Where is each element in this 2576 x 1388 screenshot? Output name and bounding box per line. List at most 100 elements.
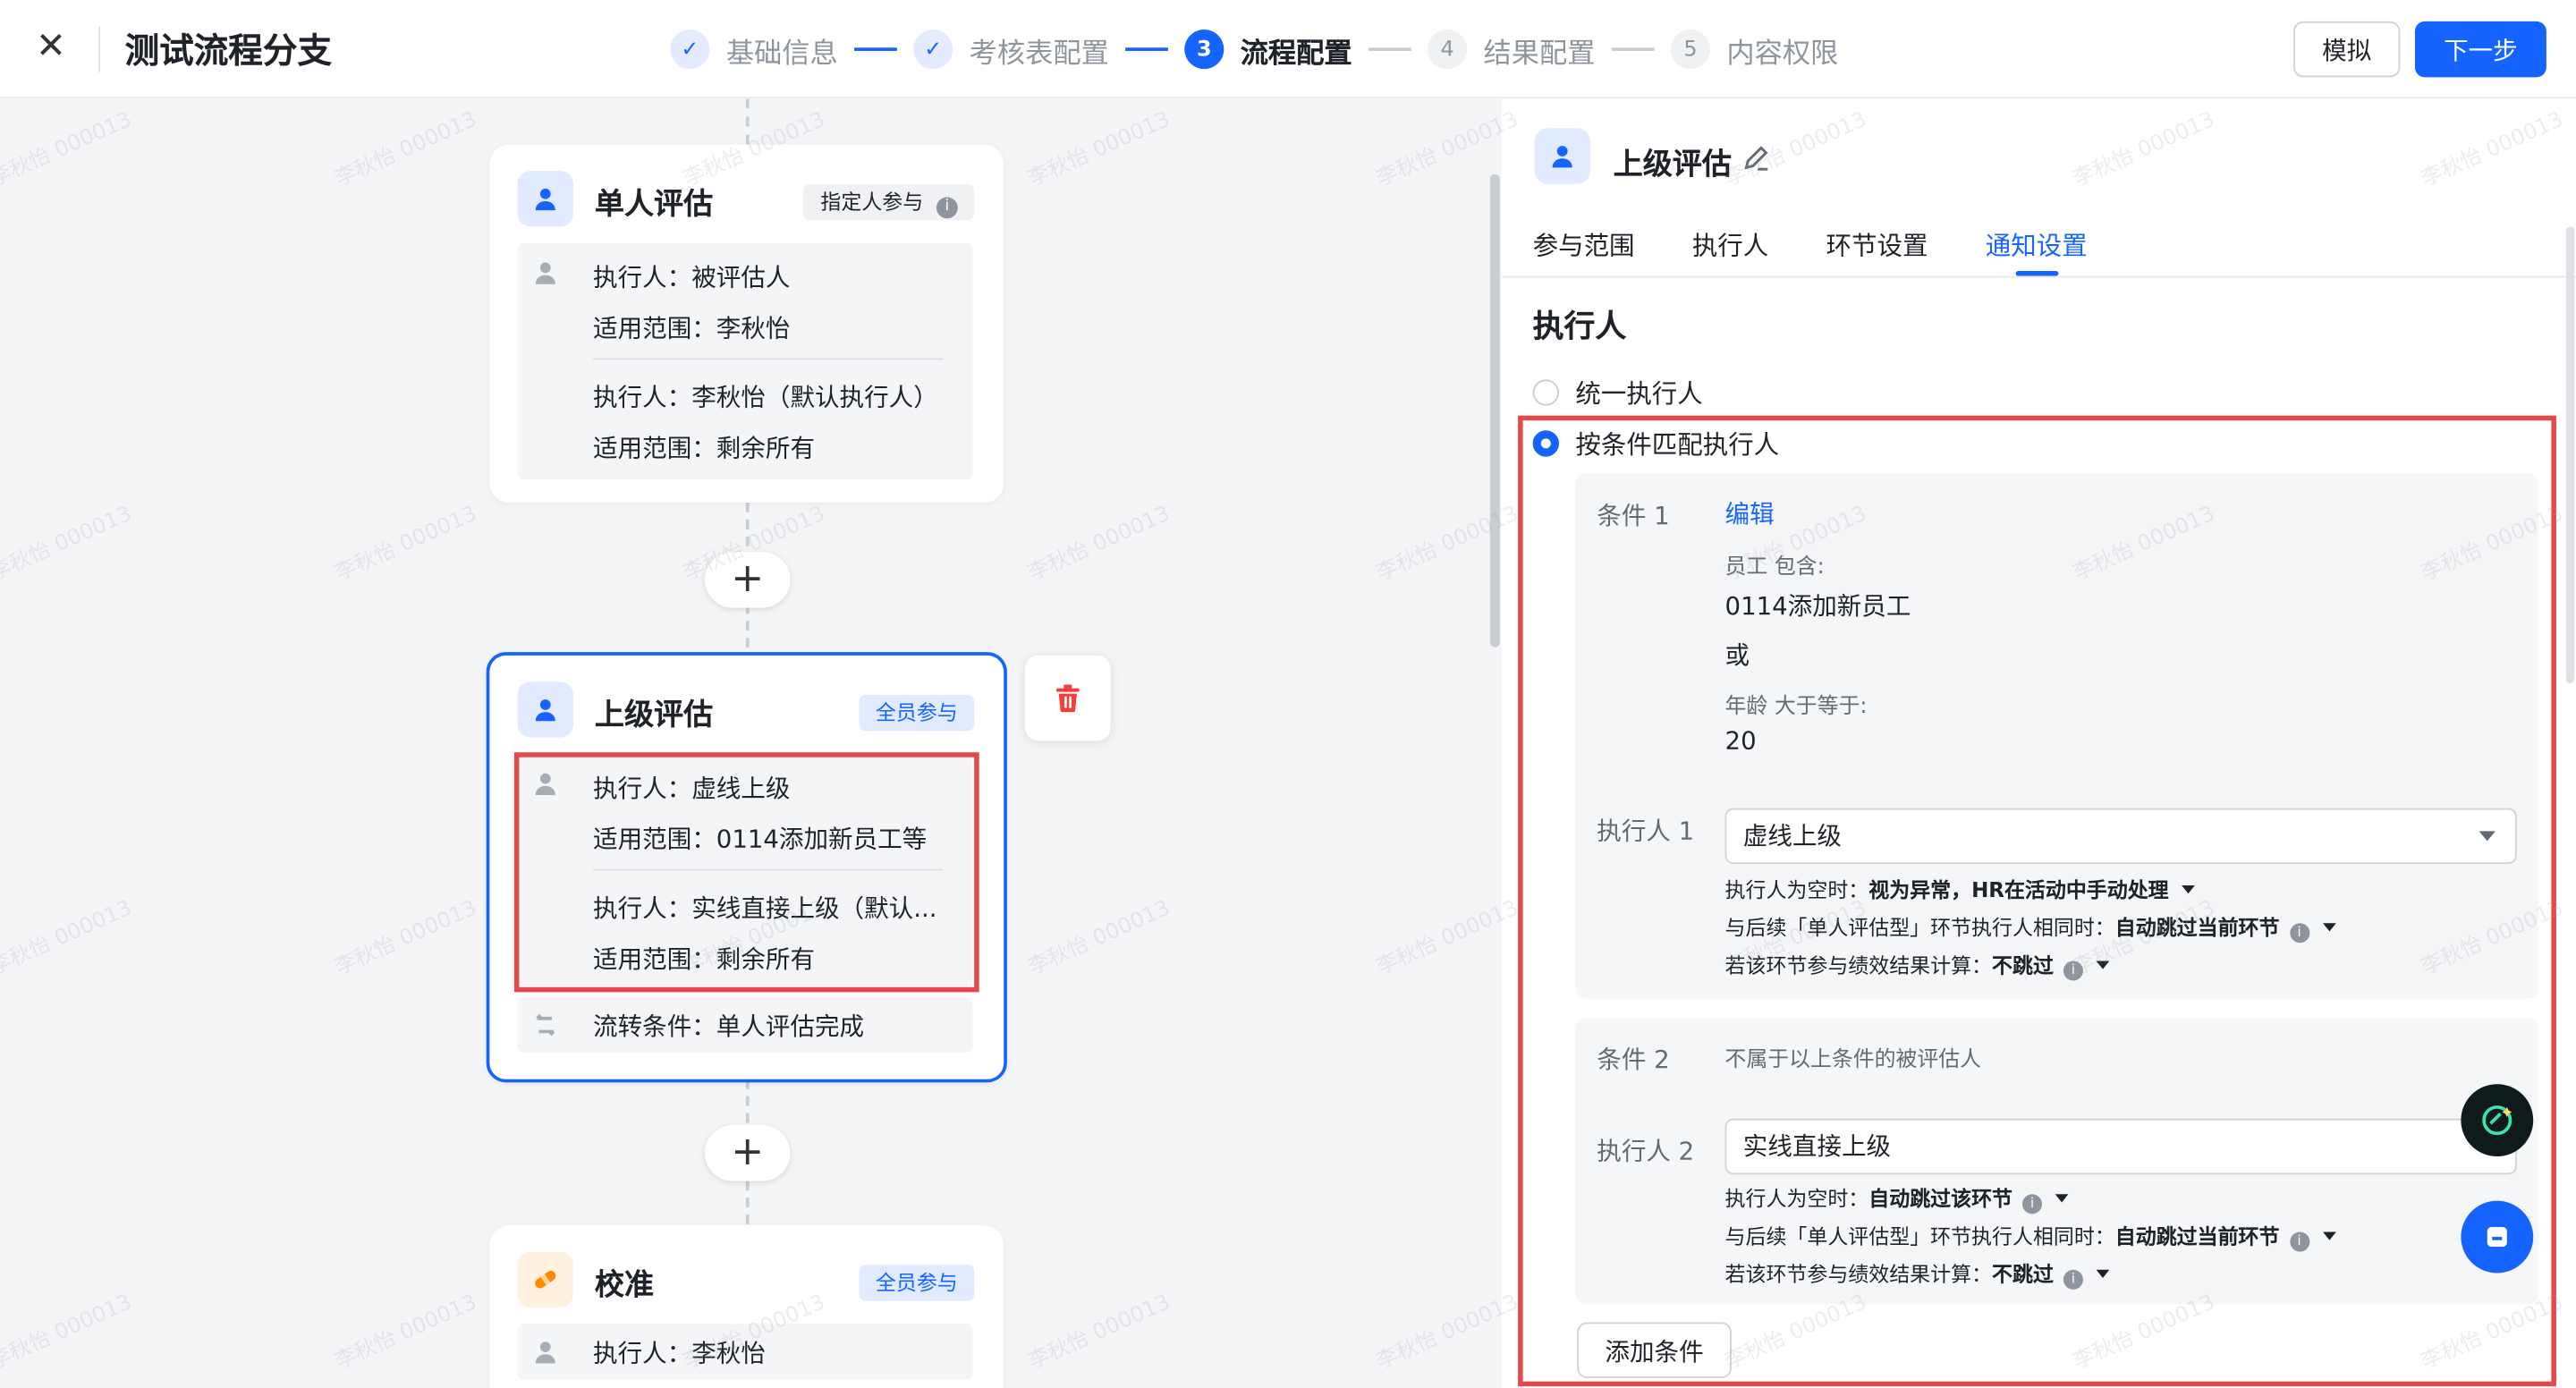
rule-scope: 适用范围：0114添加新员工等: [593, 825, 928, 855]
step-basic-info[interactable]: ✓ 基础信息: [670, 29, 838, 70]
condition-block-1: 条件 1 编辑 员工 包含: 0114添加新员工 或 年龄 大于等于: 20 执…: [1575, 472, 2538, 999]
calibration-icon: [517, 1251, 574, 1308]
panel-scrollbar[interactable]: [2565, 226, 2575, 684]
option-value: 自动跳过该环节: [1868, 1186, 2013, 1211]
step-number: 4: [1428, 30, 1468, 70]
add-condition-button[interactable]: 添加条件: [1577, 1322, 1732, 1378]
info-icon[interactable]: i: [2063, 1269, 2083, 1290]
rule-executor: 执行人：虚线上级: [593, 774, 791, 804]
caret-down-icon[interactable]: [2322, 923, 2335, 932]
caret-down-icon[interactable]: [2182, 884, 2196, 894]
add-node-button[interactable]: +: [704, 1125, 791, 1181]
empty-executor-option: 执行人为空时：自动跳过该环节 i: [1725, 1181, 2069, 1214]
add-node-button[interactable]: +: [704, 552, 791, 608]
canvas-scrollbar[interactable]: [1489, 174, 1500, 647]
config-panel: 上级评估 参与范围 执行人 环节设置 通知设置 执行人 统一执行人 按条件匹配执…: [1501, 98, 2576, 1388]
option-value: 不跳过: [1992, 1261, 2054, 1287]
same-executor-option: 与后续「单人评估型」环节执行人相同时：自动跳过当前环节 i: [1725, 910, 2335, 944]
option-prefix: 执行人为空时：: [1724, 1186, 1869, 1211]
info-icon[interactable]: i: [2063, 961, 2083, 981]
next-step-button[interactable]: 下一步: [2414, 21, 2546, 78]
executor-select[interactable]: 实线直接上级: [1724, 1118, 2517, 1175]
step-label: 结果配置: [1483, 37, 1596, 71]
info-icon[interactable]: i: [2022, 1194, 2043, 1214]
executor-rules: 执行人：虚线上级 适用范围：0114添加新员工等 执行人：实线直接上级（默认..…: [517, 754, 973, 991]
person-icon: [517, 171, 574, 227]
radio-unified-executor[interactable]: 统一执行人: [1532, 375, 1703, 410]
close-icon[interactable]: ✕: [33, 29, 69, 65]
option-value: 不跳过: [1992, 952, 2054, 978]
tab-notification-settings[interactable]: 通知设置: [1986, 226, 2088, 275]
card-header: 校准 全员参与: [489, 1225, 1004, 1321]
tag-label: 指定人参与: [820, 189, 924, 214]
trash-icon: [1055, 684, 1080, 713]
person-icon: [535, 262, 555, 284]
card-header: 单人评估 指定人参与 i: [489, 145, 1004, 241]
step-check-icon: ✓: [913, 30, 953, 70]
rule-executor: 执行人：实线直接上级（默认...: [593, 893, 937, 924]
radio-button-selected[interactable]: [1532, 430, 1560, 457]
step-label: 流程配置: [1240, 37, 1352, 71]
tab-participation-scope[interactable]: 参与范围: [1533, 226, 1635, 275]
section-title: 执行人: [1532, 309, 1627, 345]
option-prefix: 执行人为空时：: [1724, 876, 1869, 902]
condition-description: 不属于以上条件的被评估人: [1724, 1047, 1982, 1073]
select-value: 虚线上级: [1742, 821, 1842, 851]
option-value: 自动跳过当前环节: [2114, 915, 2280, 940]
executor-label: 执行人 2: [1597, 1136, 1695, 1167]
option-value: 自动跳过当前环节: [2114, 1223, 2280, 1248]
participation-tag: 全员参与: [859, 694, 975, 732]
step-connector: [1368, 47, 1411, 51]
step-result-config[interactable]: 4 结果配置: [1428, 29, 1595, 70]
option-prefix: 与后续「单人评估型」环节执行人相同时：: [1724, 915, 2115, 940]
ai-sparkle-icon: [2482, 1105, 2512, 1136]
stepper: ✓ 基础信息 ✓ 考核表配置 3 流程配置 4 结果配置 5 内容权限: [670, 26, 1838, 72]
step-content-permission[interactable]: 5 内容权限: [1670, 29, 1839, 71]
delete-node-button[interactable]: [1025, 655, 1111, 741]
caret-down-icon[interactable]: [2096, 1269, 2110, 1278]
chevron-down-icon: [2479, 831, 2496, 842]
tab-stage-settings[interactable]: 环节设置: [1826, 226, 1928, 275]
info-icon[interactable]: i: [2289, 923, 2309, 944]
node-card-single-eval[interactable]: 单人评估 指定人参与 i 执行人：被评估人 适用范围：李秋怡 执行人：李秋怡（默认…: [489, 144, 1004, 504]
executor-rules: 执行人：李秋怡: [517, 1324, 973, 1380]
condition-field: 年龄 大于等于:: [1724, 694, 1868, 720]
node-card-calibration[interactable]: 校准 全员参与 执行人：李秋怡: [489, 1225, 1004, 1388]
participation-tag[interactable]: 指定人参与 i: [804, 183, 975, 221]
step-check-icon: ✓: [670, 30, 710, 70]
ai-assistant-button[interactable]: [2461, 1084, 2534, 1157]
simulate-button[interactable]: 模拟: [2293, 21, 2401, 78]
condition-value: 0114添加新员工: [1724, 591, 1911, 622]
info-icon[interactable]: i: [2289, 1231, 2309, 1252]
radio-conditional-executor[interactable]: 按条件匹配执行人: [1532, 426, 1779, 461]
flow-condition-row: 流转条件：单人评估完成: [517, 996, 973, 1054]
step-label: 内容权限: [1726, 37, 1839, 71]
radio-button[interactable]: [1532, 379, 1560, 406]
caret-down-icon[interactable]: [2055, 1194, 2069, 1203]
executor-select[interactable]: 虚线上级: [1724, 808, 2517, 865]
select-value: 实线直接上级: [1742, 1131, 1892, 1162]
top-header: ✕ 测试流程分支 ✓ 基础信息 ✓ 考核表配置 3 流程配置 4 结果配置 5 …: [0, 0, 2576, 99]
performance-calc-option: 若该环节参与绩效结果计算：不跳过 i: [1725, 1257, 2110, 1290]
caret-down-icon[interactable]: [2322, 1231, 2335, 1240]
step-connector: [1125, 47, 1168, 51]
executor-label: 执行人 1: [1597, 816, 1695, 846]
step-form-config[interactable]: ✓ 考核表配置: [913, 29, 1109, 70]
step-flow-config[interactable]: 3 流程配置: [1184, 29, 1352, 70]
participation-tag: 全员参与: [859, 1265, 975, 1301]
rule-divider: [593, 358, 944, 360]
info-icon[interactable]: i: [936, 197, 958, 219]
flow-condition: 流转条件：单人评估完成: [593, 1011, 865, 1042]
node-card-superior-eval[interactable]: 上级评估 全员参与 执行人：虚线上级 适用范围：0114添加新员工等 执行人：实…: [486, 652, 1007, 1083]
tab-executor[interactable]: 执行人: [1692, 226, 1768, 275]
flow-canvas[interactable]: 单人评估 指定人参与 i 执行人：被评估人 适用范围：李秋怡 执行人：李秋怡（默认…: [0, 98, 1502, 1388]
option-value: 视为异常，HR在活动中手动处理: [1868, 876, 2169, 902]
caret-down-icon[interactable]: [2096, 961, 2110, 969]
radio-label: 统一执行人: [1575, 379, 1703, 410]
feedback-button[interactable]: [2461, 1200, 2534, 1274]
edit-pencil-icon[interactable]: [1741, 143, 1771, 173]
rule-executor: 执行人：李秋怡（默认执行人）: [593, 382, 938, 413]
edit-condition-link[interactable]: 编辑: [1725, 496, 1775, 531]
condition-block-2: 条件 2 不属于以上条件的被评估人 执行人 2 实线直接上级 执行人为空时：自动…: [1575, 1018, 2538, 1305]
same-executor-option: 与后续「单人评估型」环节执行人相同时：自动跳过当前环节 i: [1725, 1219, 2335, 1252]
